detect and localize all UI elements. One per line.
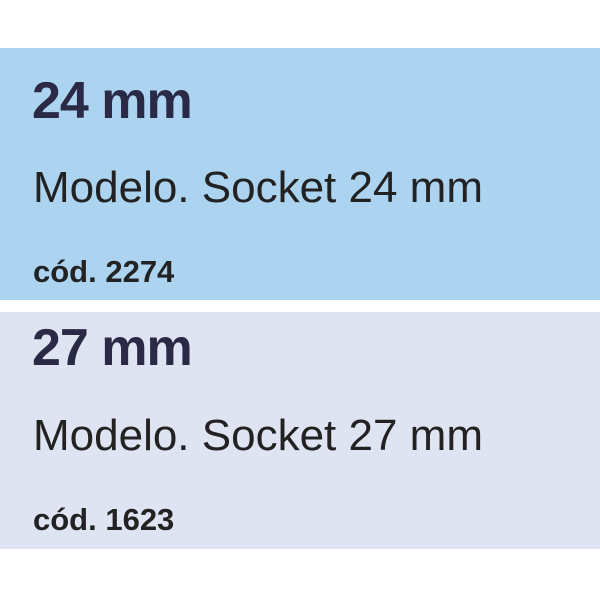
product-size-title: 24 mm [32,72,193,130]
product-code: cód. 2274 [33,254,175,289]
product-card: 24 mm Modelo. Socket 24 mm cód. 2274 [0,48,600,300]
product-model-name: Modelo. Socket 27 mm [33,411,483,460]
product-code: cód. 1623 [33,502,175,537]
product-sheet: 24 mm Modelo. Socket 24 mm cód. 2274 27 … [0,0,600,600]
product-model-name: Modelo. Socket 24 mm [33,163,483,212]
product-card: 27 mm Modelo. Socket 27 mm cód. 1623 [0,312,600,549]
product-size-title: 27 mm [32,319,193,377]
